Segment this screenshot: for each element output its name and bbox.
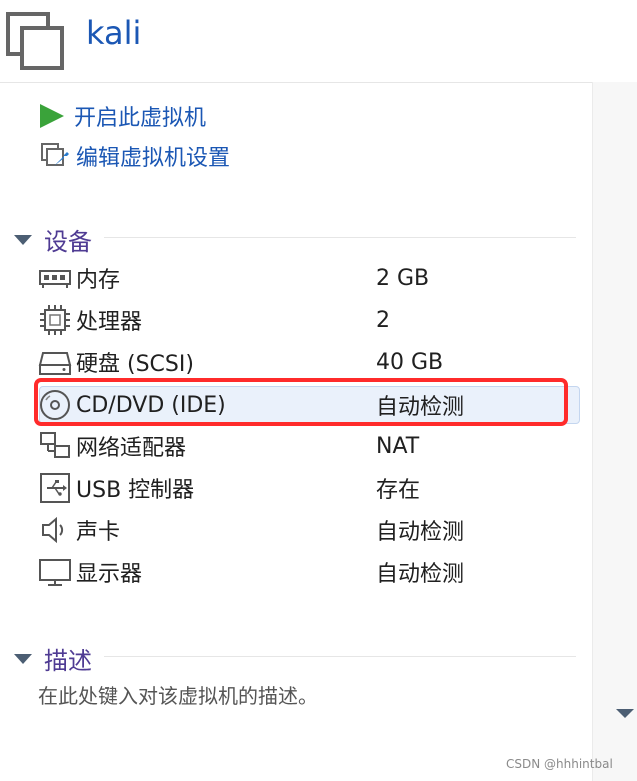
description-placeholder[interactable]: 在此处键入对该虚拟机的描述。 xyxy=(38,680,318,709)
device-row-hard-disk[interactable]: 硬盘 (SCSI) 40 GB xyxy=(38,343,578,381)
device-row-sound-card[interactable]: 声卡 自动检测 xyxy=(38,511,578,549)
speaker-icon xyxy=(42,516,64,544)
cpu-icon xyxy=(40,305,70,335)
device-row-network-adapter[interactable]: 网络适配器 NAT xyxy=(38,427,578,465)
play-icon xyxy=(40,104,64,128)
device-value: 2 xyxy=(376,307,390,333)
device-value: 自动检测 xyxy=(376,520,465,545)
device-row-display[interactable]: 显示器 自动检测 xyxy=(38,553,578,591)
vm-header: kali xyxy=(0,0,637,83)
description-divider xyxy=(104,656,576,657)
network-adapter-icon xyxy=(40,432,70,458)
power-on-vm-link[interactable]: 开启此虚拟机 xyxy=(40,100,206,132)
hard-disk-icon xyxy=(38,352,72,375)
usb-icon xyxy=(40,473,70,503)
edit-vm-settings-link[interactable]: 编辑虚拟机设置 xyxy=(40,140,230,172)
monitor-icon xyxy=(39,559,71,586)
collapse-devices-icon[interactable] xyxy=(14,234,32,245)
device-row-memory[interactable]: 内存 2 GB xyxy=(38,259,578,297)
device-row-processor[interactable]: 处理器 2 xyxy=(38,301,578,339)
description-section-title: 描述 xyxy=(44,647,92,675)
collapse-description-icon[interactable] xyxy=(14,653,32,664)
edit-vm-settings-label: 编辑虚拟机设置 xyxy=(76,146,231,171)
devices-divider xyxy=(104,237,576,238)
device-name: 网络适配器 xyxy=(76,436,187,461)
device-name: USB 控制器 xyxy=(76,478,195,503)
device-row-usb-controller[interactable]: USB 控制器 存在 xyxy=(38,469,578,507)
red-highlight-box xyxy=(34,378,568,426)
devices-section-header[interactable]: 设备 xyxy=(14,222,92,257)
device-name: 处理器 xyxy=(76,310,143,335)
vm-title: kali xyxy=(86,14,142,52)
device-value: 存在 xyxy=(376,478,421,503)
device-name: 内存 xyxy=(76,268,121,293)
device-value: 2 GB xyxy=(376,265,430,291)
watermark: CSDN @hhhintbal xyxy=(506,757,613,771)
device-value: 40 GB xyxy=(376,349,444,375)
devices-section-title: 设备 xyxy=(44,228,92,256)
device-value: NAT xyxy=(376,433,420,459)
virtual-machine-icon xyxy=(6,12,64,70)
description-section-header[interactable]: 描述 xyxy=(14,641,92,676)
device-name: 声卡 xyxy=(76,520,121,545)
side-scroll-pane xyxy=(592,82,637,781)
power-on-vm-label: 开启此虚拟机 xyxy=(74,106,207,131)
device-value: 自动检测 xyxy=(376,562,465,587)
edit-settings-icon xyxy=(41,143,69,166)
memory-icon xyxy=(39,270,71,288)
scroll-down-arrow-icon[interactable] xyxy=(616,709,634,718)
device-name: 硬盘 (SCSI) xyxy=(76,352,194,377)
device-name: 显示器 xyxy=(76,562,143,587)
